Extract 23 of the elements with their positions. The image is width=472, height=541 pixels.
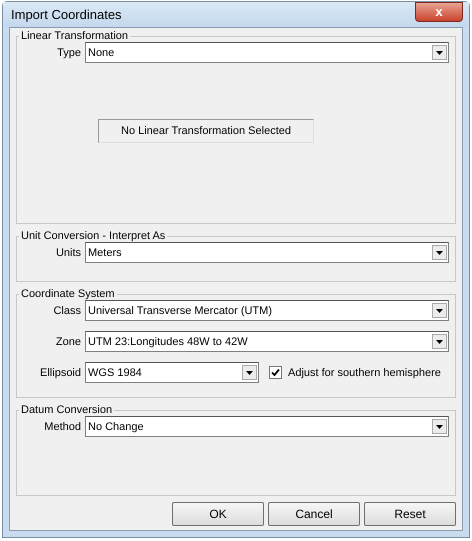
dropdown-field[interactable]: UTM 23:Longitudes 48W to 42W	[85, 331, 449, 352]
field-label: Zone	[54, 336, 82, 348]
field-label: Type	[56, 46, 82, 58]
dropdown-field[interactable]: No Change	[85, 416, 449, 437]
group-title: Coordinate System	[20, 288, 116, 300]
dropdown-field[interactable]: None	[85, 42, 449, 63]
group-title: Datum Conversion	[20, 404, 114, 416]
dropdown-field[interactable]: Meters	[85, 242, 449, 263]
field-label: Method	[43, 420, 82, 432]
window-title: Import Coordinates	[11, 7, 122, 22]
field-label: Class	[52, 304, 82, 316]
checkbox-label: Adjust for southern hemisphere	[288, 366, 441, 378]
checkbox[interactable]	[269, 366, 282, 379]
dialog-button[interactable]: Cancel	[268, 502, 360, 526]
group-title: Linear Transformation	[20, 30, 129, 42]
dialog-button[interactable]: OK	[172, 502, 264, 526]
status-message: No Linear Transformation Selected	[98, 119, 314, 143]
field-label: Ellipsoid	[39, 366, 82, 378]
group-title: Unit Conversion - Interpret As	[20, 230, 166, 242]
dropdown-field[interactable]: Universal Transverse Mercator (UTM)	[85, 300, 449, 321]
dialog-button[interactable]: Reset	[364, 502, 456, 526]
dropdown-field[interactable]: WGS 1984	[85, 362, 259, 383]
field-label: Units	[54, 246, 82, 258]
